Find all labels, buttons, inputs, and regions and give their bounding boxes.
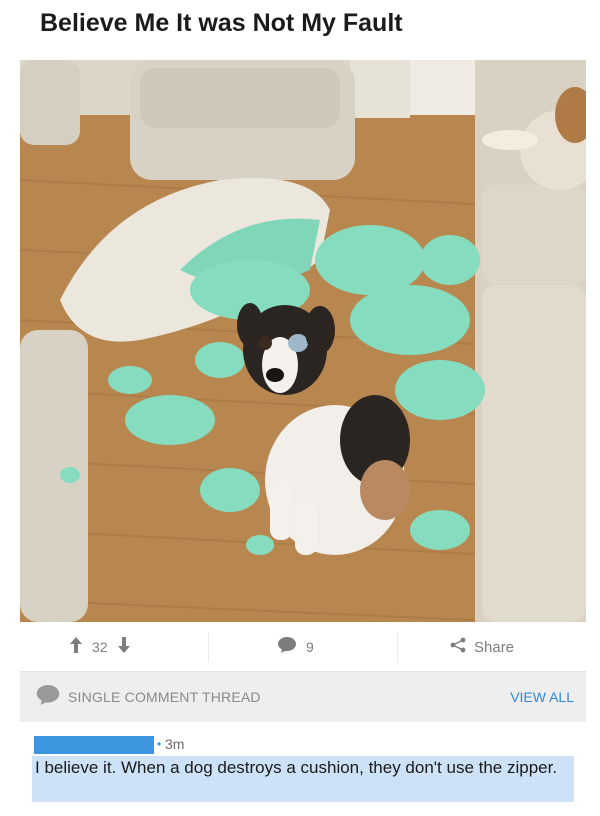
- speech-bubble-icon: [278, 636, 296, 658]
- share-button[interactable]: Share: [450, 622, 514, 672]
- comment-item: • 3m I believe it. When a dog destroys a…: [20, 722, 586, 810]
- comments-button[interactable]: 9: [278, 622, 324, 672]
- vote-controls: 32: [70, 622, 130, 672]
- dog-with-torn-cushion-photo: [20, 60, 586, 622]
- comment-thread-header: SINGLE COMMENT THREAD VIEW ALL: [20, 672, 586, 722]
- share-icon: [450, 637, 466, 658]
- post-action-bar: 32 9 Share: [20, 622, 586, 672]
- divider: [208, 632, 209, 662]
- view-all-link[interactable]: VIEW ALL: [510, 672, 574, 722]
- speech-bubble-icon: [36, 684, 60, 710]
- comment-timestamp: 3m: [165, 736, 185, 752]
- share-label: Share: [474, 638, 515, 656]
- arrow-up-icon[interactable]: [70, 636, 82, 658]
- comment-count: 9: [306, 639, 314, 655]
- divider: [397, 632, 398, 662]
- post-image[interactable]: [20, 60, 586, 622]
- upvote-count: 32: [92, 639, 108, 655]
- redacted-username: [34, 736, 154, 754]
- meta-separator: •: [157, 737, 162, 751]
- comment-text: I believe it. When a dog destroys a cush…: [32, 756, 574, 802]
- thread-label: SINGLE COMMENT THREAD: [68, 689, 261, 705]
- post-title: Believe Me It was Not My Fault: [40, 9, 403, 37]
- arrow-down-icon[interactable]: [117, 636, 130, 658]
